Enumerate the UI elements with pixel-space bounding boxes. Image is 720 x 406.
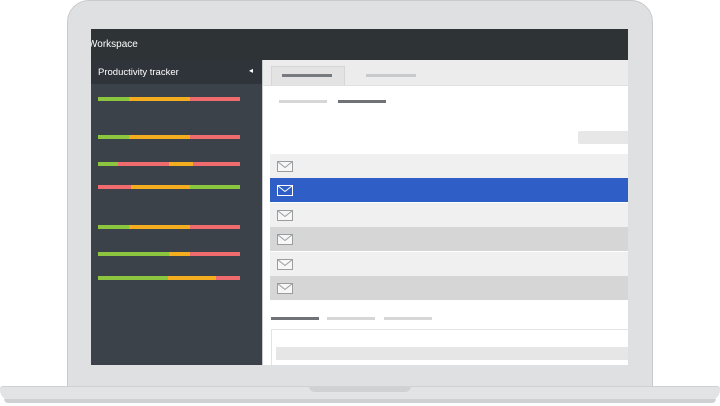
sidebar-title: Productivity tracker <box>98 67 179 78</box>
progress-segment <box>190 185 240 189</box>
tab-details[interactable] <box>327 317 375 320</box>
progress-bar[interactable] <box>98 185 240 189</box>
mail-row[interactable] <box>270 203 628 227</box>
sidebar: Productivity tracker ◂ <box>91 60 262 365</box>
tab-details[interactable] <box>384 317 432 320</box>
envelope-icon <box>277 258 293 270</box>
progress-segment <box>129 225 191 229</box>
tab-details-active[interactable] <box>271 317 319 320</box>
progress-segment <box>98 276 168 280</box>
screen: Workspace Productivity tracker ◂ <box>91 29 628 365</box>
progress-bar[interactable] <box>98 276 240 280</box>
progress-segment <box>130 185 191 189</box>
progress-bar[interactable] <box>98 225 240 229</box>
progress-segment <box>190 252 240 256</box>
progress-segment <box>190 225 240 229</box>
progress-segment <box>168 162 194 166</box>
envelope-icon <box>277 209 293 221</box>
progress-bar[interactable] <box>98 162 240 166</box>
progress-bar[interactable] <box>98 252 240 256</box>
progress-segment <box>129 97 191 101</box>
filter-link[interactable] <box>279 100 327 103</box>
main-panel <box>263 60 628 365</box>
mail-row[interactable] <box>270 276 628 300</box>
mail-row[interactable] <box>270 227 628 251</box>
tab-strip <box>263 60 628 86</box>
collapse-arrow-icon[interactable]: ◂ <box>249 66 253 75</box>
tab-inactive[interactable] <box>366 74 416 77</box>
laptop-base-shadow <box>4 399 716 403</box>
laptop-notch <box>309 386 411 392</box>
progress-segment <box>190 97 240 101</box>
progress-segment <box>129 135 191 139</box>
progress-segment <box>169 252 191 256</box>
progress-segment <box>98 225 130 229</box>
mail-row[interactable] <box>270 154 628 178</box>
title-bar: Workspace <box>91 29 628 60</box>
progress-segment <box>215 276 240 280</box>
progress-segment <box>98 135 130 139</box>
progress-segment <box>193 162 240 166</box>
tab-active[interactable] <box>271 66 345 85</box>
sidebar-header[interactable]: Productivity tracker ◂ <box>91 60 262 84</box>
progress-segment <box>190 135 240 139</box>
progress-segment <box>98 185 131 189</box>
detail-field[interactable] <box>276 347 628 360</box>
progress-segment <box>98 252 169 256</box>
progress-segment <box>98 162 118 166</box>
progress-segment <box>117 162 169 166</box>
filter-link-active[interactable] <box>338 100 386 103</box>
search-input[interactable] <box>578 131 628 144</box>
progress-segment <box>167 276 216 280</box>
progress-segment <box>98 97 130 101</box>
envelope-icon <box>277 160 293 172</box>
envelope-icon <box>277 233 293 245</box>
mail-row[interactable] <box>270 252 628 276</box>
progress-bar[interactable] <box>98 135 240 139</box>
envelope-icon <box>277 282 293 294</box>
mail-row[interactable] <box>270 178 628 202</box>
window-title: Workspace <box>91 39 138 50</box>
detail-panel <box>271 329 628 365</box>
progress-bar[interactable] <box>98 97 240 101</box>
envelope-icon <box>277 184 293 196</box>
tab-active-label <box>282 74 332 77</box>
